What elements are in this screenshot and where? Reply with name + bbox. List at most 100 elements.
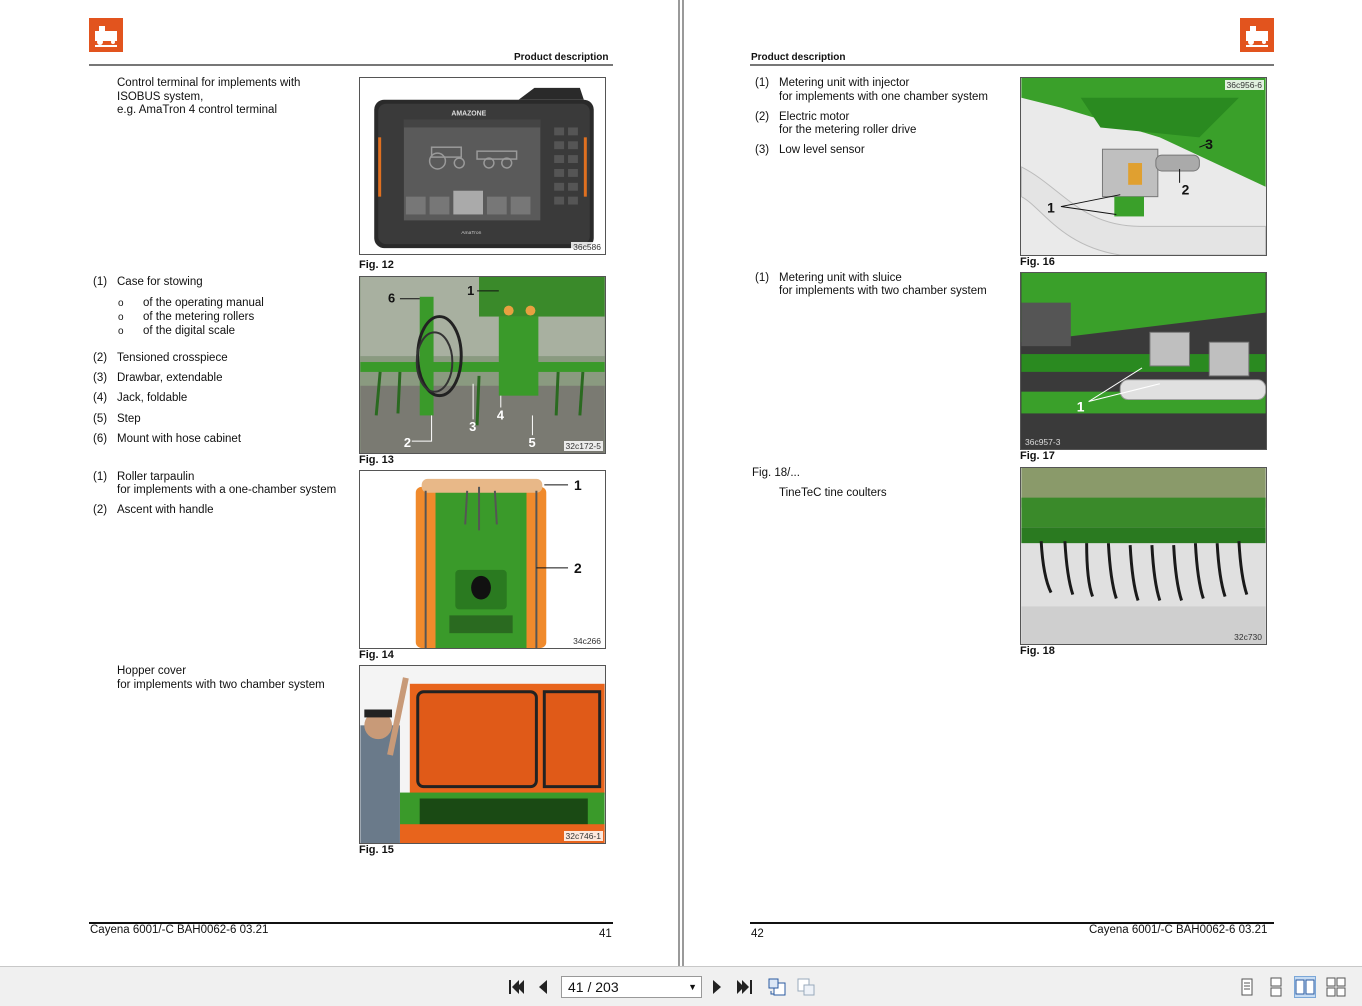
fig15-text-2: for implements with two chamber system (117, 679, 325, 691)
fig16-caption: Fig. 16 (1020, 256, 1055, 268)
page-number-input[interactable]: 41 / 203 ▼ (561, 976, 702, 998)
fig14-item-2-num: (2) (93, 504, 108, 516)
fig13-caption: Fig. 13 (359, 454, 394, 466)
fig12-image: AMAZONE AmaTron 36c586 (359, 77, 606, 255)
fig17-caption: Fig. 17 (1020, 450, 1055, 462)
first-page-icon (509, 980, 524, 994)
fig14-label-2: 2 (574, 560, 582, 576)
fig16-label-1: 1 (1047, 199, 1055, 215)
fig13-item-3-num: (3) (93, 372, 108, 384)
last-page-button[interactable] (734, 976, 756, 998)
rotate-forward-button[interactable] (795, 976, 817, 998)
sub-bullet-3: o (118, 326, 124, 337)
fig16-item-3-text: Low level sensor (779, 144, 865, 156)
fig13-label-4: 4 (497, 407, 505, 422)
fig13-item-5-text: Step (117, 413, 141, 425)
fig18-text: TineTeC tine coulters (779, 487, 887, 499)
fig14-code: 34c266 (571, 636, 603, 646)
footer-doc-id: Cayena 6001/-C BAH0062-6 03.21 (1089, 924, 1268, 936)
two-page-view-button[interactable] (1294, 976, 1316, 998)
fig17-item-1-text2: for implements with two chamber system (779, 285, 987, 297)
fig16-item-3-num: (3) (755, 144, 770, 156)
fig16-item-1-num: (1) (755, 77, 770, 89)
continuous-two-page-view-button[interactable] (1325, 976, 1347, 998)
fig13-code: 32c172-5 (563, 441, 603, 451)
sub-bullet-2: o (118, 312, 124, 323)
fig18-ref: Fig. 18/... (752, 467, 800, 479)
sub-bullet-1: o (118, 298, 124, 309)
fig13-item-3-text: Drawbar, extendable (117, 372, 223, 384)
fig17-label-1: 1 (1077, 398, 1085, 414)
fig13-item-2-num: (2) (93, 352, 108, 364)
fig12-brand: AMAZONE (451, 111, 486, 118)
fig17-code: 36c957-3 (1025, 437, 1061, 447)
fig14-item-2-text: Ascent with handle (117, 504, 214, 516)
fig13-item-6-text: Mount with hose cabinet (117, 433, 242, 445)
fig14-caption: Fig. 14 (359, 649, 394, 661)
rotate-forward-icon (797, 978, 815, 996)
previous-page-button[interactable] (532, 976, 554, 998)
page-42: Product description (1) Metering unit wi… (686, 0, 1362, 966)
fig18-caption: Fig. 18 (1020, 645, 1055, 657)
first-page-button[interactable] (505, 976, 527, 998)
fig16-item-2-num: (2) (755, 111, 770, 123)
fig14-label-1: 1 (574, 477, 582, 493)
last-page-icon (737, 980, 752, 994)
fig17-image: 1 36c957-3 (1020, 272, 1267, 450)
fig16-code: 36c956-6 (1224, 80, 1264, 90)
continuous-page-icon (1270, 977, 1282, 997)
fig13-item-5-num: (5) (93, 413, 108, 425)
fig13-label-2: 2 (404, 435, 411, 450)
header-title: Product description (514, 52, 609, 63)
fig13-item-4-num: (4) (93, 392, 108, 404)
fig14-item-1-text: Roller tarpaulin (117, 471, 195, 483)
bottom-toolbar: 41 / 203 ▼ (0, 966, 1362, 1006)
fig16-label-2: 2 (1182, 182, 1190, 198)
fig15-caption: Fig. 15 (359, 844, 394, 856)
rotate-back-button[interactable] (766, 976, 788, 998)
header-rule (89, 64, 613, 66)
fig16-item-1-text: Metering unit with injector (779, 77, 910, 89)
page-gutter (676, 0, 686, 966)
footer-doc-id: Cayena 6001/-C BAH0062-6 03.21 (90, 924, 269, 936)
fig12-brand2: AmaTron (461, 230, 481, 236)
next-page-button[interactable] (706, 976, 728, 998)
page-number: 42 (751, 928, 764, 940)
header-rule (750, 64, 1274, 66)
amazone-logo (1240, 18, 1274, 52)
fig15-text-1: Hopper cover (117, 665, 187, 677)
terminal-text-2: ISOBUS system, (117, 91, 204, 103)
fig16-item-2-text: Electric motor (779, 111, 850, 123)
fig15-code: 32c746-1 (563, 831, 603, 841)
single-page-view-button[interactable] (1236, 976, 1258, 998)
fig14-item-1-num: (1) (93, 471, 108, 483)
continuous-two-page-icon (1326, 977, 1346, 997)
fig15-image: 32c746-1 (359, 665, 606, 844)
chevron-down-icon: ▼ (688, 982, 697, 992)
terminal-text-3: e.g. AmaTron 4 control terminal (117, 104, 278, 116)
fig17-item-1-num: (1) (755, 272, 770, 284)
fig12-caption: Fig. 12 (359, 259, 394, 271)
fig16-item-2-text2: for the metering roller drive (779, 124, 917, 136)
header-title: Product description (751, 52, 846, 63)
continuous-view-button[interactable] (1265, 976, 1287, 998)
fig13-item-1-text: Case for stowing (117, 276, 203, 288)
page-number: 41 (599, 928, 612, 940)
fig13-item-1-num: (1) (93, 276, 108, 288)
fig13-label-3: 3 (469, 419, 476, 434)
sub-bullet-3-text: of the digital scale (143, 325, 236, 337)
pdf-viewer: Product description Control terminal for… (0, 0, 1362, 1006)
fig13-item-4-text: Jack, foldable (117, 392, 188, 404)
fig17-item-1-text: Metering unit with sluice (779, 272, 902, 284)
page-indicator-text: 41 / 203 (568, 979, 619, 995)
fig13-item-2-text: Tensioned crosspiece (117, 352, 228, 364)
rotate-back-icon (768, 978, 786, 996)
single-page-icon (1241, 978, 1253, 996)
fig14-item-1-text2: for implements with a one-chamber system (117, 484, 337, 496)
page-41: Product description Control terminal for… (0, 0, 676, 966)
fig13-label-1: 1 (467, 283, 474, 298)
fig16-label-3: 3 (1205, 136, 1213, 152)
fig13-label-6: 6 (388, 291, 395, 306)
fig13-item-6-num: (6) (93, 433, 108, 445)
fig18-code: 32c730 (1234, 632, 1262, 642)
